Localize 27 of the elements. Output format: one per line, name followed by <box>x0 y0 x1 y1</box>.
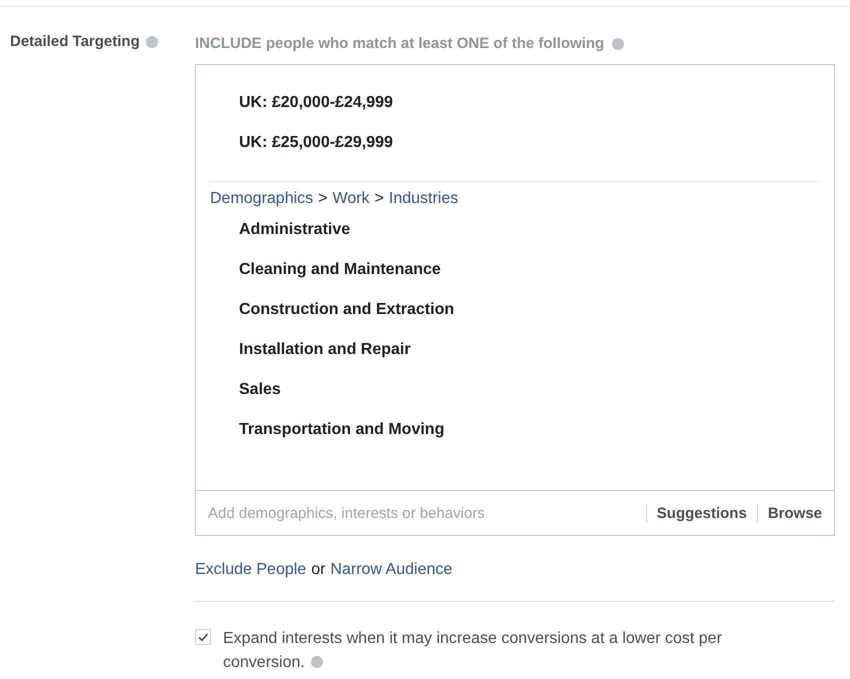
option-text: Expand interests when it may increase conversions at a lower cost per conversion. <box>223 629 723 673</box>
section-heading: INCLUDE people who match at least ONE of the following <box>195 35 604 54</box>
targeting-item[interactable]: Construction and Extraction <box>210 290 820 330</box>
info-icon[interactable] <box>612 38 624 50</box>
field-label: Detailed Targeting <box>10 33 140 50</box>
checkmark-icon <box>197 631 209 643</box>
checkbox[interactable] <box>195 629 211 645</box>
link[interactable]: Narrow Audience <box>330 561 452 601</box>
conjunction-text: or <box>311 561 326 580</box>
targeting-item[interactable]: Transportation and Moving <box>210 410 820 450</box>
action-button[interactable]: Suggestions <box>656 504 747 522</box>
search-field[interactable]: Add demographics, interests or behaviors <box>208 504 636 522</box>
breadcrumb-link[interactable]: Industries <box>388 190 458 207</box>
info-icon[interactable] <box>310 656 323 668</box>
breadcrumb-link[interactable]: Demographics <box>210 190 314 207</box>
breadcrumb-separator: > <box>374 190 384 207</box>
breadcrumb-separator: > <box>318 190 328 207</box>
targeting-item[interactable]: Sales <box>210 370 820 410</box>
targeting-item[interactable]: Cleaning and Maintenance <box>210 250 820 290</box>
targeting-item[interactable]: UK: £20,000-£24,999 <box>210 83 820 123</box>
action-button[interactable]: Browse <box>768 504 822 522</box>
info-icon[interactable] <box>146 36 158 48</box>
targeting-item[interactable]: UK: £25,000-£29,999 <box>210 123 820 163</box>
targeting-item[interactable]: Installation and Repair <box>210 330 820 370</box>
link[interactable]: Exclude People <box>195 561 306 601</box>
breadcrumb-link[interactable]: Work <box>332 190 370 207</box>
targeting-item[interactable]: Administrative <box>210 210 820 250</box>
